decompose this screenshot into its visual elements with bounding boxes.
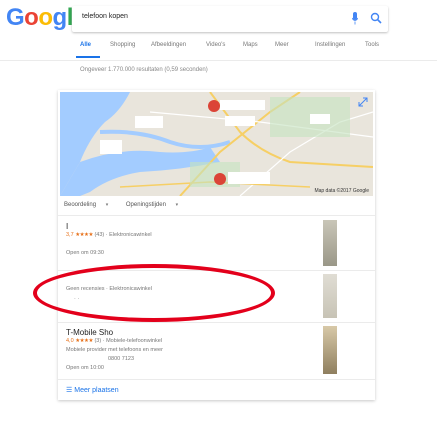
tab-more[interactable]: Meer bbox=[275, 42, 289, 48]
redacted-label bbox=[310, 114, 330, 124]
photo bbox=[323, 220, 337, 266]
redacted-label bbox=[228, 172, 270, 184]
search-icon[interactable] bbox=[370, 12, 382, 24]
photo bbox=[323, 274, 337, 318]
microphone-icon[interactable] bbox=[352, 12, 358, 25]
divider bbox=[58, 215, 375, 216]
result-category: Mobiele-telefoonwinkel bbox=[106, 338, 163, 344]
tab-images[interactable]: Afbeeldingen bbox=[151, 42, 186, 48]
chevron-down-icon: ▾ bbox=[175, 202, 179, 208]
star-rating: ★★★★ bbox=[75, 232, 93, 238]
tab-all[interactable]: Alle bbox=[80, 42, 91, 48]
redacted-label bbox=[100, 140, 122, 154]
more-places-link[interactable]: ☰ Meer plaatsen bbox=[66, 386, 119, 394]
search-box[interactable]: telefoon kopen bbox=[72, 6, 388, 32]
logo-letter: o bbox=[38, 4, 53, 31]
more-places-label: Meer plaatsen bbox=[74, 387, 119, 394]
expand-map-icon[interactable] bbox=[358, 97, 368, 107]
redacted-label bbox=[220, 100, 265, 110]
active-tab-indicator bbox=[76, 56, 100, 58]
rating-value: 4,0 bbox=[66, 338, 74, 344]
divider bbox=[58, 322, 375, 323]
logo-letter: g bbox=[52, 4, 68, 31]
tabs-divider bbox=[0, 60, 437, 61]
result-meta: 4,0 ★★★★ (3) · Mobiele-telefoonwinkel bbox=[66, 338, 163, 344]
result-thumbnail[interactable] bbox=[323, 220, 375, 266]
redacted-label bbox=[135, 116, 163, 128]
result-meta: 3,7 ★★★★ (43) · Elektronicawinkel bbox=[66, 232, 152, 238]
tab-tools[interactable]: Tools bbox=[365, 42, 379, 48]
logo-letter: G bbox=[6, 4, 25, 31]
result-hours: Open om 09:30 bbox=[66, 250, 104, 256]
hours-filter[interactable]: Openingstijden ▾ bbox=[126, 202, 186, 208]
tab-videos[interactable]: Video's bbox=[206, 42, 225, 48]
result-phone: 0800 7123 bbox=[108, 356, 134, 362]
map[interactable]: Map data ©2017 Google bbox=[60, 92, 373, 196]
map-filters: Beoordeling ▾ Openingstijden ▾ bbox=[64, 202, 194, 208]
red-annotation-ellipse bbox=[33, 264, 275, 322]
result-description: Mobiele provider met telefoons en meer bbox=[66, 347, 163, 353]
logo-letter: o bbox=[24, 4, 39, 31]
chevron-down-icon: ▾ bbox=[105, 202, 109, 208]
hours-filter-label: Openingstijden bbox=[125, 202, 166, 208]
tab-shopping[interactable]: Shopping bbox=[110, 42, 135, 48]
photo bbox=[323, 326, 337, 374]
tab-settings[interactable]: Instellingen bbox=[315, 42, 345, 48]
review-count: (3) bbox=[94, 338, 102, 344]
result-category: Elektronicawinkel bbox=[109, 232, 152, 238]
rating-filter[interactable]: Beoordeling ▾ bbox=[64, 202, 116, 208]
star-rating: ★★★★ bbox=[75, 338, 93, 344]
divider bbox=[58, 379, 375, 380]
map-attribution: Map data ©2017 Google bbox=[314, 188, 369, 194]
search-input[interactable]: telefoon kopen bbox=[82, 13, 128, 20]
review-count: (43) bbox=[94, 232, 105, 238]
redacted-label bbox=[225, 116, 255, 126]
result-thumbnail[interactable] bbox=[323, 274, 375, 318]
result-thumbnail[interactable] bbox=[323, 326, 375, 374]
search-tabs: Alle Shopping Afbeeldingen Video's Maps … bbox=[0, 42, 437, 62]
tab-maps[interactable]: Maps bbox=[243, 42, 258, 48]
rating-filter-label: Beoordeling bbox=[64, 202, 97, 208]
local-results-card: Map data ©2017 Google Beoordeling ▾ Open… bbox=[58, 90, 375, 400]
result-title[interactable]: I bbox=[66, 222, 68, 231]
rating-value: 3,7 bbox=[66, 232, 74, 238]
result-stats: Ongeveer 1.770.000 resultaten (0,59 seco… bbox=[80, 67, 208, 73]
list-icon: ☰ bbox=[66, 387, 73, 394]
result-hours: Open om 10:00 bbox=[66, 365, 104, 371]
result-title[interactable]: T-Mobile Sho bbox=[66, 328, 113, 337]
